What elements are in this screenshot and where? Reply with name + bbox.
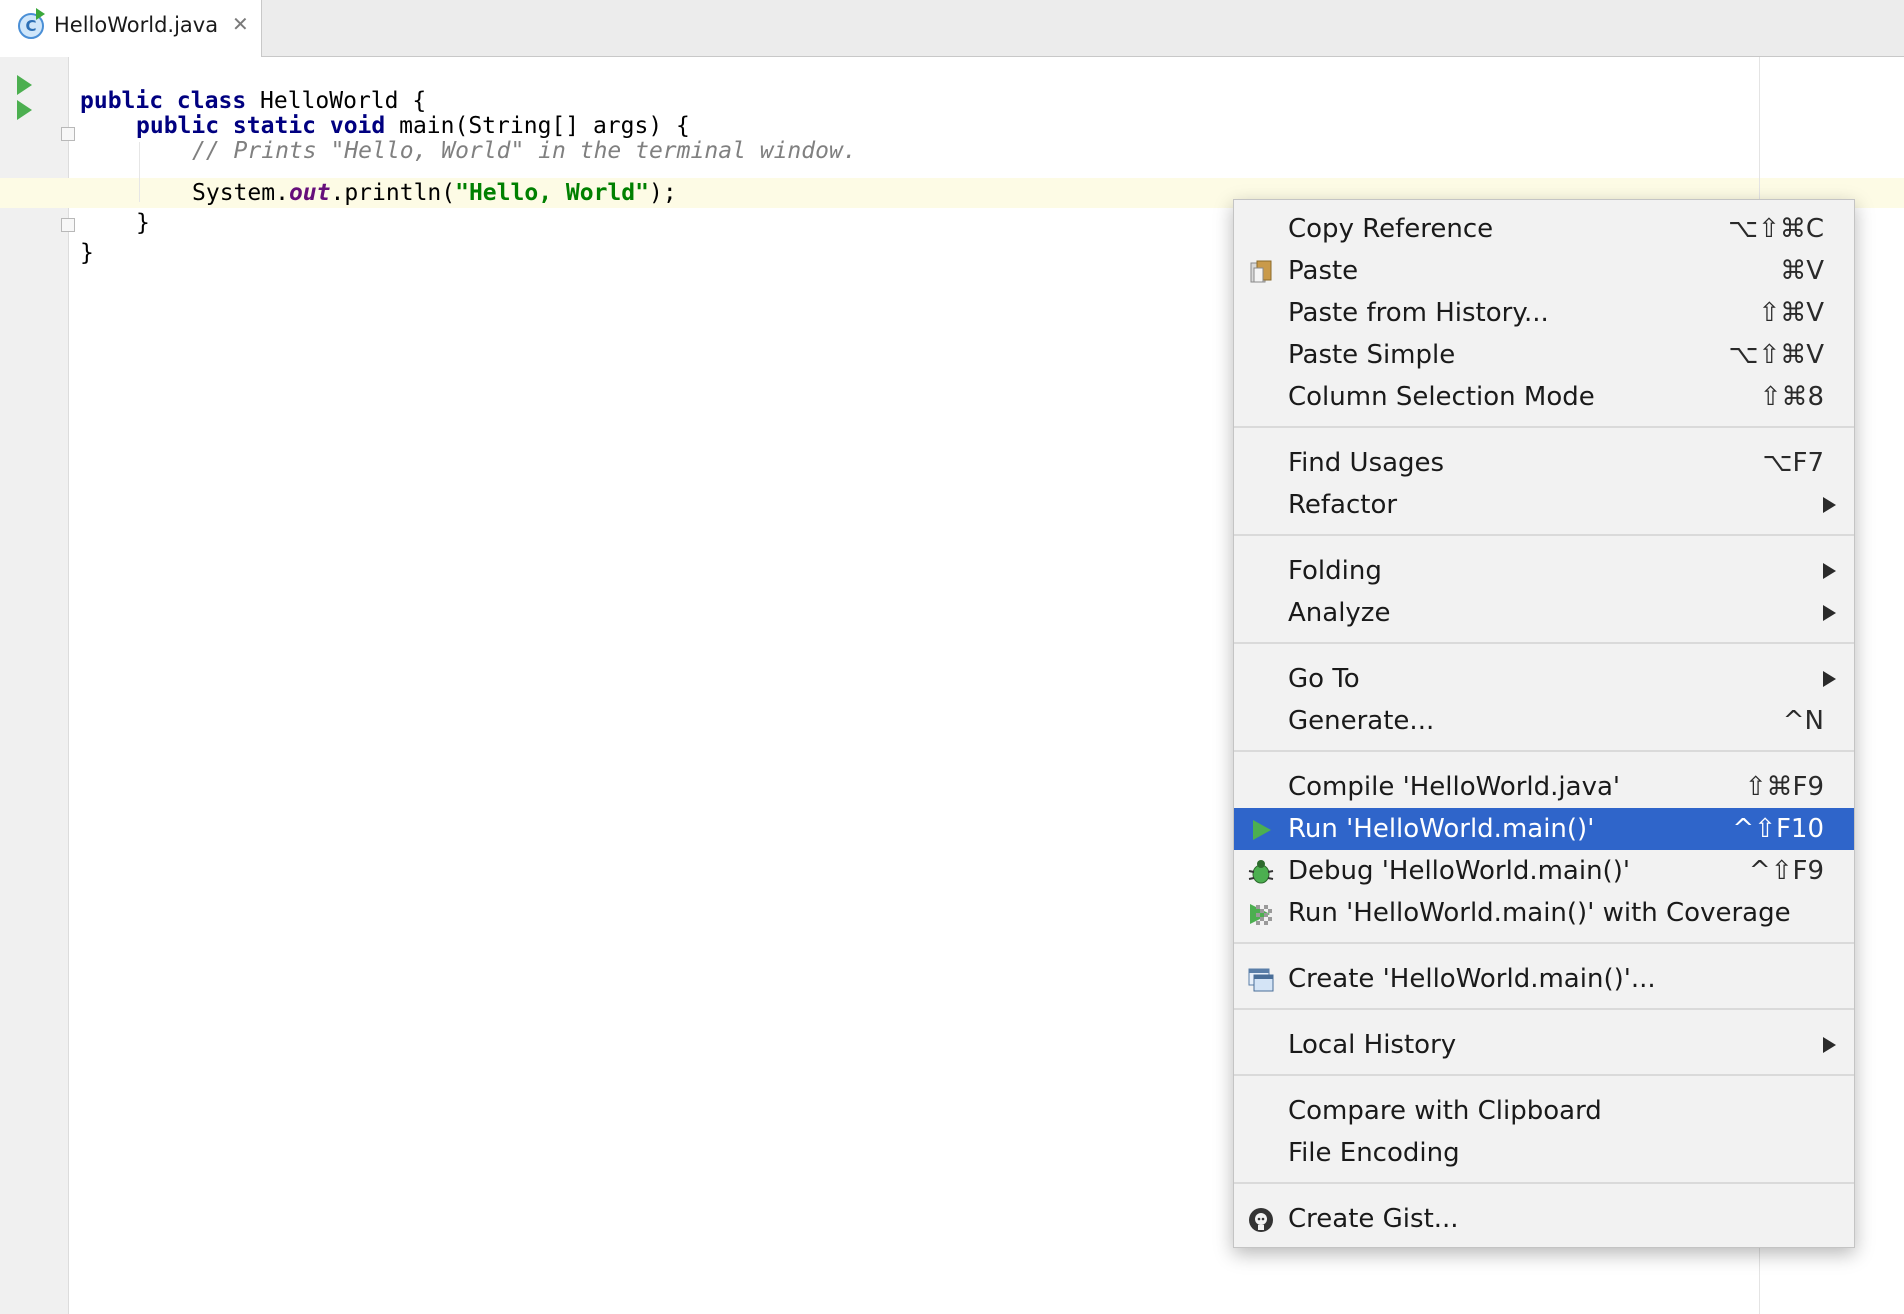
menu-separator [1234,426,1854,428]
static-field: out [288,180,331,206]
code-line-4: System.out.println("Hello, World"); [192,178,677,208]
menu-item-debug-helloworld-main[interactable]: Debug 'HelloWorld.main()' ^⇧F9 [1234,850,1854,892]
menu-item-shortcut: ^N [1782,706,1824,736]
string-literal: "Hello, World" [455,180,649,206]
submenu-arrow-icon [1823,671,1836,687]
menu-item-label: File Encoding [1288,1138,1460,1168]
menu-item-find-usages[interactable]: Find Usages ⌥F7 [1234,442,1854,484]
menu-item-shortcut: ⇧⌘V [1758,298,1824,328]
menu-separator [1234,1008,1854,1010]
tab-helloworld-java[interactable]: C HelloWorld.java ✕ [0,0,262,57]
menu-item-folding[interactable]: Folding [1234,550,1854,592]
code-line-6: } [80,238,94,268]
run-configuration-icon [1248,967,1274,993]
run-class-gutter-icon[interactable] [17,75,32,95]
menu-item-label: Find Usages [1288,448,1445,478]
menu-item-label: Compare with Clipboard [1288,1096,1602,1126]
code-text: } [136,210,150,236]
code-text: .println( [330,180,456,206]
java-class-icon-letter: C [25,17,37,35]
menu-separator [1234,1074,1854,1076]
menu-item-shortcut: ⌘V [1780,256,1824,286]
menu-item-create-gist[interactable]: Create Gist... [1234,1198,1854,1240]
menu-item-shortcut: ^⇧F10 [1732,814,1824,844]
run-icon [1248,817,1274,843]
menu-item-compile-helloworld-java[interactable]: Compile 'HelloWorld.java' ⇧⌘F9 [1234,766,1854,808]
tab-label: HelloWorld.java [54,13,219,37]
code-line-3: // Prints "Hello, World" in the terminal… [192,136,857,166]
menu-item-label: Paste from History... [1288,298,1549,328]
menu-item-paste-from-history[interactable]: Paste from History... ⇧⌘V [1234,292,1854,334]
code-text: } [80,240,94,266]
code-text: ); [648,180,677,206]
menu-separator [1234,750,1854,752]
menu-item-label: Analyze [1288,598,1391,628]
run-main-gutter-icon[interactable] [17,100,32,120]
menu-item-copy-reference[interactable]: Copy Reference ⌥⇧⌘C [1234,208,1854,250]
menu-item-create-helloworld-main[interactable]: Create 'HelloWorld.main()'... [1234,958,1854,1000]
menu-item-shortcut: ⇧⌘8 [1759,382,1824,412]
menu-item-label: Generate... [1288,706,1435,736]
menu-item-shortcut: ⇧⌘F9 [1744,772,1824,802]
github-icon [1248,1207,1274,1233]
menu-item-label: Folding [1288,556,1382,586]
menu-item-label: Create 'HelloWorld.main()'... [1288,964,1656,994]
editor-gutter [0,57,69,1314]
paste-icon [1248,259,1274,285]
menu-item-refactor[interactable]: Refactor [1234,484,1854,526]
code-line-5: } [136,208,150,238]
menu-item-label: Paste Simple [1288,340,1456,370]
menu-item-shortcut: ⌥F7 [1762,448,1824,478]
menu-item-file-encoding[interactable]: File Encoding [1234,1132,1854,1174]
menu-item-shortcut: ⌥⇧⌘V [1728,340,1824,370]
submenu-arrow-icon [1823,1037,1836,1053]
menu-item-paste[interactable]: Paste ⌘V [1234,250,1854,292]
menu-separator [1234,642,1854,644]
menu-item-label: Compile 'HelloWorld.java' [1288,772,1621,802]
menu-separator [1234,942,1854,944]
menu-item-go-to[interactable]: Go To [1234,658,1854,700]
menu-item-shortcut: ⌥⇧⌘C [1728,214,1824,244]
menu-separator [1234,1182,1854,1184]
menu-item-label: Go To [1288,664,1360,694]
editor-context-menu: Copy Reference ⌥⇧⌘C Paste ⌘V Paste from Hist… [1233,199,1855,1248]
comment: // Prints "Hello, World" in the terminal… [192,138,857,164]
menu-item-shortcut: ^⇧F9 [1748,856,1824,886]
indent-guide [139,142,140,202]
menu-item-compare-with-clipboard[interactable]: Compare with Clipboard [1234,1090,1854,1132]
debug-bug-icon [1248,859,1274,885]
menu-item-label: Local History [1288,1030,1457,1060]
menu-item-run-helloworld-main-with-coverage[interactable]: Run 'HelloWorld.main()' with Coverage [1234,892,1854,934]
submenu-arrow-icon [1823,563,1836,579]
code-text: System. [192,180,289,206]
menu-item-label: Debug 'HelloWorld.main()' [1288,856,1630,886]
menu-item-local-history[interactable]: Local History [1234,1024,1854,1066]
menu-item-paste-simple[interactable]: Paste Simple ⌥⇧⌘V [1234,334,1854,376]
menu-item-label: Refactor [1288,490,1398,520]
submenu-arrow-icon [1823,605,1836,621]
runnable-badge-icon [36,8,45,20]
menu-separator [1234,534,1854,536]
coverage-icon [1248,901,1274,927]
menu-item-label: Run 'HelloWorld.main()' with Coverage [1288,898,1791,928]
menu-item-label: Create Gist... [1288,1204,1459,1234]
menu-item-label: Run 'HelloWorld.main()' [1288,814,1595,844]
menu-item-label: Paste [1288,256,1359,286]
menu-item-label: Copy Reference [1288,214,1494,244]
menu-item-analyze[interactable]: Analyze [1234,592,1854,634]
menu-item-column-selection-mode[interactable]: Column Selection Mode ⇧⌘8 [1234,376,1854,418]
menu-item-label: Column Selection Mode [1288,382,1595,412]
menu-item-run-helloworld-main[interactable]: Run 'HelloWorld.main()' ^⇧F10 [1234,808,1854,850]
submenu-arrow-icon [1823,497,1836,513]
editor-tab-bar: C HelloWorld.java ✕ [0,0,1904,57]
menu-item-generate[interactable]: Generate... ^N [1234,700,1854,742]
tab-close-icon[interactable]: ✕ [232,12,249,36]
